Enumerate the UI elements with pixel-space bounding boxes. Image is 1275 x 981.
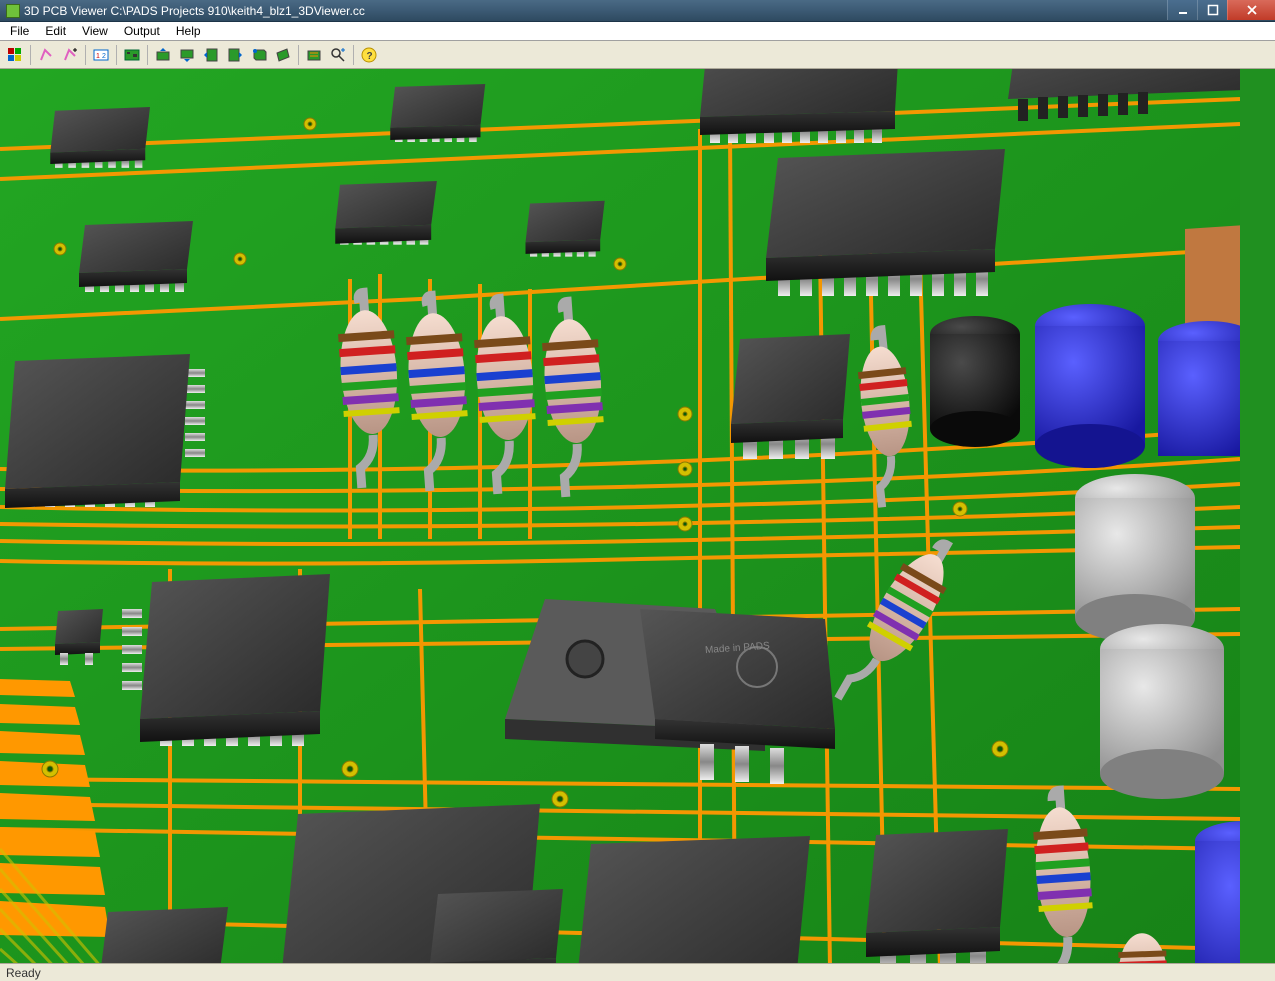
menu-output[interactable]: Output	[116, 22, 168, 40]
cap-gray-2	[1100, 624, 1224, 799]
app-icon	[6, 4, 20, 18]
window-title: 3D PCB Viewer C:\PADS Projects 910\keith…	[24, 4, 1271, 18]
toolbar-sep-4	[147, 45, 148, 65]
dip8-u60	[866, 829, 1008, 963]
menu-help[interactable]: Help	[168, 22, 209, 40]
soic-u5	[526, 201, 605, 257]
menu-edit[interactable]: Edit	[37, 22, 74, 40]
left-view-icon[interactable]	[248, 44, 270, 66]
right-view-icon[interactable]	[272, 44, 294, 66]
cap-gray-1	[1075, 474, 1195, 642]
toolbar-sep-6	[353, 45, 354, 65]
statusbar: Ready	[0, 963, 1275, 981]
back-view-icon[interactable]	[224, 44, 246, 66]
maximize-button[interactable]	[1197, 0, 1227, 20]
top-view-icon[interactable]	[152, 44, 174, 66]
soic-u4	[335, 181, 437, 245]
soic-u50	[100, 907, 228, 963]
dip8-u20	[731, 334, 850, 459]
cap-blue-3	[1195, 821, 1240, 963]
menubar: File Edit View Output Help	[0, 22, 1275, 41]
green-board-icon[interactable]	[121, 44, 143, 66]
cap-blue-2	[1158, 321, 1240, 456]
pcb-3d-viewport[interactable]: Made in PADS	[0, 69, 1275, 963]
toolbar-sep-5	[298, 45, 299, 65]
menu-view[interactable]: View	[74, 22, 116, 40]
soic-u2	[390, 84, 485, 142]
qfn-u41	[575, 836, 810, 963]
menu-file[interactable]: File	[2, 22, 37, 40]
window-controls	[1167, 0, 1275, 20]
qfp-left	[5, 354, 205, 508]
close-button[interactable]	[1227, 0, 1275, 20]
toolbar: 12 ?	[0, 41, 1275, 69]
titlebar: 3D PCB Viewer C:\PADS Projects 910\keith…	[0, 0, 1275, 22]
numbered-board-icon[interactable]: 12	[90, 44, 112, 66]
status-text: Ready	[6, 966, 41, 980]
pink-ext-icon[interactable]	[35, 44, 57, 66]
bottom-view-icon[interactable]	[176, 44, 198, 66]
soic-u1	[50, 107, 150, 168]
iso-view-icon[interactable]	[303, 44, 325, 66]
toolbar-sep-1	[30, 45, 31, 65]
front-view-icon[interactable]	[200, 44, 222, 66]
cap-blue-1	[1035, 304, 1145, 468]
display-color-icon[interactable]	[4, 44, 26, 66]
cap-black	[930, 316, 1020, 447]
soic-u30	[122, 574, 330, 746]
help-icon[interactable]: ?	[358, 44, 380, 66]
minimize-button[interactable]	[1167, 0, 1197, 20]
toolbar-sep-2	[85, 45, 86, 65]
svg-text:1: 1	[96, 53, 100, 60]
measure-icon[interactable]	[327, 44, 349, 66]
svg-text:2: 2	[102, 53, 106, 60]
pink-plus-icon[interactable]	[59, 44, 81, 66]
toolbar-sep-3	[116, 45, 117, 65]
soic-u3	[79, 221, 193, 292]
svg-text:?: ?	[367, 51, 373, 62]
soic-u51	[430, 889, 563, 963]
